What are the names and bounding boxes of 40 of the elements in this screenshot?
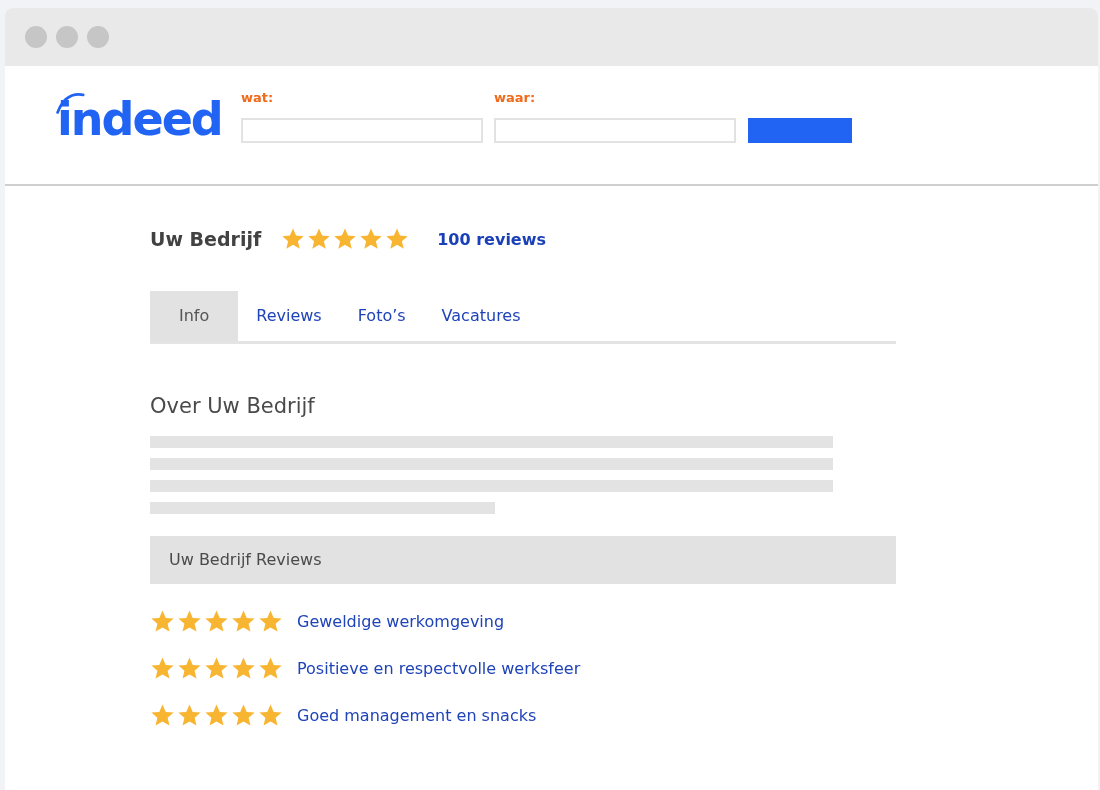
star-icon: [307, 227, 332, 251]
company-name: Uw Bedrijf: [150, 228, 262, 250]
star-icon: [177, 656, 202, 681]
star-icon: [231, 609, 256, 634]
star-icon: [333, 227, 358, 251]
star-icon: [231, 703, 256, 728]
star-icon: [359, 227, 384, 251]
star-icon: [281, 227, 306, 251]
field-label: waar:: [494, 90, 536, 107]
star-icon: [150, 656, 175, 681]
reviews-header: Uw Bedrijf Reviews: [150, 536, 896, 584]
window-control-dot[interactable]: [56, 26, 78, 48]
star-icon: [258, 656, 283, 681]
window-control-dot[interactable]: [87, 26, 109, 48]
review-link[interactable]: Positieve en respectvolle werksfeer: [297, 659, 581, 678]
tab[interactable]: Vacatures: [423, 291, 539, 341]
search-field[interactable]: [494, 118, 736, 143]
tab[interactable]: Foto’s: [339, 291, 424, 341]
reviews-link[interactable]: 100 reviews: [437, 229, 546, 249]
indeed-logo[interactable]: indeed: [57, 92, 241, 146]
star-icon: [231, 656, 256, 681]
section-title: Over Uw Bedrijf: [150, 394, 316, 418]
window-control-dot[interactable]: [25, 26, 47, 48]
field-label: wat:: [241, 90, 274, 107]
star-icon: [258, 609, 283, 634]
star-icon: [204, 656, 229, 681]
star-icon: [177, 609, 202, 634]
star-icon: [258, 703, 283, 728]
star-icon: [204, 703, 229, 728]
star-icon: [150, 703, 175, 728]
star-icon: [204, 609, 229, 634]
star-icon: [177, 703, 202, 728]
star-icon: [150, 609, 175, 634]
search-button[interactable]: [748, 118, 852, 143]
search-field[interactable]: [241, 118, 483, 143]
star-icon: [385, 227, 410, 251]
tab[interactable]: Info: [150, 291, 239, 341]
tab[interactable]: Reviews: [238, 291, 340, 341]
review-link[interactable]: Geweldige werkomgeving: [297, 612, 505, 631]
review-link[interactable]: Goed management en snacks: [297, 706, 537, 725]
